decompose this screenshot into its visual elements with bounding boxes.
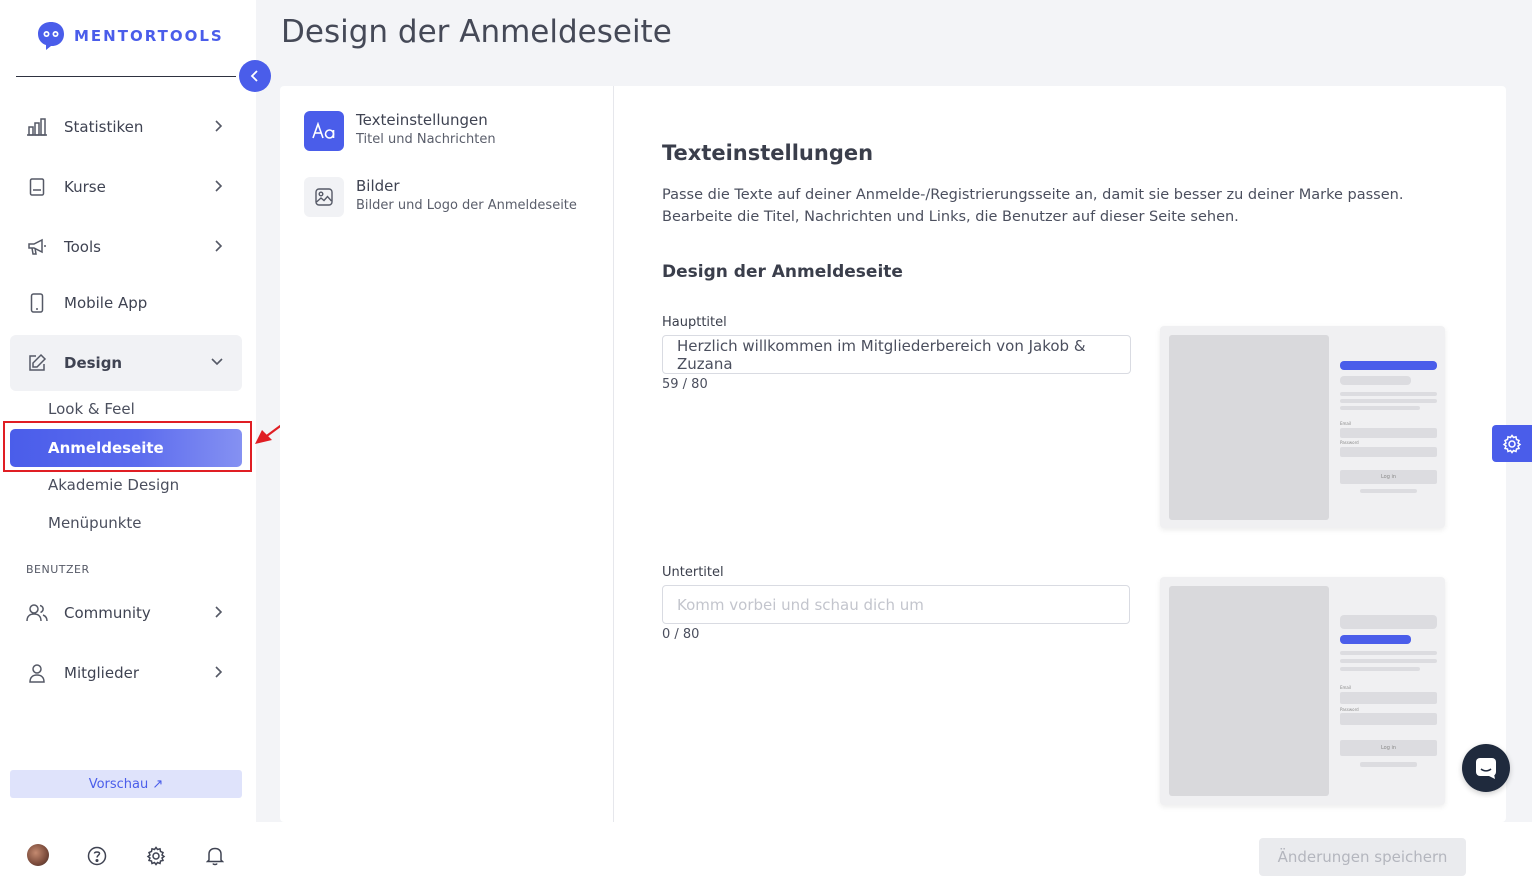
avatar[interactable] [27,844,49,866]
sidebar-subitem-menuepunkte[interactable]: Menüpunkte [48,514,142,532]
chevron-left-icon [250,70,258,82]
users-icon [26,602,48,624]
preview-label: Vorschau ↗ [88,776,164,792]
preview-login-button: Log in [1340,740,1437,756]
robot-logo-icon [38,22,64,50]
untertitel-input[interactable]: Komm vorbei und schau dich um [662,585,1130,624]
chevron-right-icon [215,180,223,192]
sidebar-item-label: Tools [64,238,101,256]
help-icon[interactable] [85,844,109,868]
collapse-sidebar-button[interactable] [239,60,271,92]
field-label-untertitel: Untertitel [662,565,724,580]
field-label-haupttitel: Haupttitel [662,315,727,330]
chevron-right-icon [215,120,223,132]
chevron-down-icon [211,358,223,366]
sidebar-subitem-look-feel[interactable]: Look & Feel [48,400,135,418]
char-counter: 0 / 80 [662,627,700,642]
preview-email-label: Email [1340,685,1352,690]
haupttitel-input[interactable]: Herzlich willkommen im Mitgliederbereich… [662,335,1131,374]
chat-icon [1476,758,1496,779]
sidebar-footer [0,840,256,872]
gear-icon[interactable] [144,844,168,868]
sidebar-item-label: Mitglieder [64,664,139,682]
sidebar-item-label: Mobile App [64,294,148,312]
save-changes-button[interactable]: Änderungen speichern [1259,838,1466,876]
subnav-subtitle: Bilder und Logo der Anmeldeseite [356,198,577,213]
sidebar-item-mitglieder[interactable]: Mitglieder [10,645,242,701]
subnav-title: Bilder [356,177,400,195]
preview-button[interactable]: Vorschau ↗ [10,770,242,798]
preview-login-button: Log in [1340,470,1437,484]
login-preview-untertitel: Email Password Log in [1160,577,1445,805]
chat-launcher-button[interactable] [1462,744,1510,792]
gear-icon [1502,433,1522,454]
edit-icon [26,352,48,374]
smartphone-icon [26,292,48,314]
brand-name: MENTORTOOLS [74,27,224,45]
chevron-right-icon [215,240,223,252]
chevron-right-icon [215,666,223,678]
image-icon [304,177,344,217]
bar-chart-icon [26,116,48,138]
chevron-right-icon [215,606,223,618]
section-label-benutzer: BENUTZER [26,563,90,576]
sidebar-item-label: Statistiken [64,118,144,136]
sidebar-subitem-akademie-design[interactable]: Akademie Design [48,476,179,494]
sidebar-item-tools[interactable]: Tools [10,219,242,275]
preview-password-label: Password [1340,707,1359,712]
divider [613,86,614,822]
settings-card: Texteinstellungen Titel und Nachrichten … [280,86,1506,822]
megaphone-icon [26,236,48,258]
page-title: Design der Anmeldeseite [281,14,672,50]
preview-email-label: Email [1340,421,1352,426]
sidebar-item-community[interactable]: Community [10,585,242,641]
subsection-title: Design der Anmeldeseite [662,262,903,282]
subnav-subtitle: Titel und Nachrichten [356,132,496,147]
subnav-title: Texteinstellungen [356,111,488,129]
login-preview-haupttitel: Email Password Log in [1160,326,1445,528]
preview-image-placeholder [1169,335,1329,520]
subnav-item-texteinstellungen[interactable]: Texteinstellungen Titel und Nachrichten [304,111,496,151]
text-icon [304,111,344,151]
sidebar-item-design[interactable]: Design [10,335,242,391]
section-description: Passe die Texte auf deiner Anmelde-/Regi… [662,187,1404,225]
preview-image-placeholder [1169,586,1329,796]
sidebar-item-label: Community [64,604,151,622]
sidebar-item-mobile-app[interactable]: Mobile App [10,275,242,331]
sidebar-item-statistiken[interactable]: Statistiken [10,99,242,155]
sidebar: MENTORTOOLS Statistiken Kurse Tools Mobi… [0,0,256,881]
settings-side-tab[interactable] [1492,425,1532,462]
bell-icon[interactable] [203,844,227,868]
user-icon [26,662,48,684]
section-title: Texteinstellungen [662,141,874,165]
sidebar-item-kurse[interactable]: Kurse [10,159,242,215]
sidebar-item-label: Design [64,354,123,372]
book-icon [26,176,48,198]
divider [16,76,236,77]
preview-password-label: Password [1340,440,1359,445]
highlight-box [3,421,252,472]
sidebar-item-label: Kurse [64,178,106,196]
brand-logo[interactable]: MENTORTOOLS [36,20,224,52]
subnav-item-bilder[interactable]: Bilder Bilder und Logo der Anmeldeseite [304,177,577,217]
char-counter: 59 / 80 [662,377,708,392]
